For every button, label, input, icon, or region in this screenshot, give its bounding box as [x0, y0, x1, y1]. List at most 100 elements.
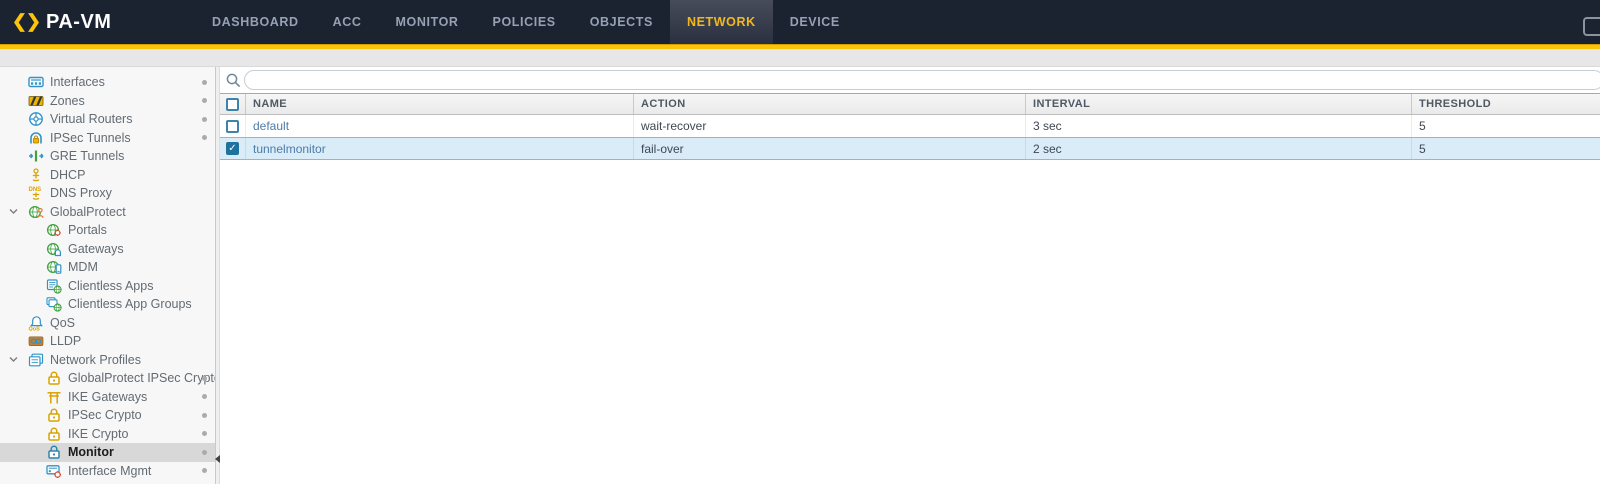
sidebar-item-gre-tunnels[interactable]: GRE Tunnels	[0, 147, 215, 166]
sidebar-item-globalprotect[interactable]: GlobalProtect	[0, 203, 215, 222]
lldp-icon	[28, 333, 44, 349]
nav-tab-policies[interactable]: POLICIES	[476, 0, 573, 44]
sidebar-item-label: Clientless Apps	[68, 279, 153, 293]
search-icon[interactable]	[225, 72, 242, 89]
sidebar-item-virtual-routers[interactable]: Virtual Routers	[0, 110, 215, 129]
gre-tunnels-icon	[28, 148, 44, 164]
qos-icon: QoS	[28, 315, 44, 331]
interface-mgmt-icon	[46, 463, 62, 479]
topbar-corner-button[interactable]	[1583, 17, 1600, 36]
virtual-routers-icon	[28, 111, 44, 127]
ipsec-tunnels-icon	[28, 130, 44, 146]
sidebar-gutter	[216, 67, 220, 484]
search-input[interactable]	[244, 70, 1600, 90]
brand-name: PA-VM	[46, 11, 111, 34]
chevron-down-icon[interactable]	[8, 206, 19, 217]
sidebar-item-interfaces[interactable]: Interfaces	[0, 73, 215, 92]
sidebar-item-lldp[interactable]: LLDP	[0, 332, 215, 351]
nav-tab-objects[interactable]: OBJECTS	[573, 0, 670, 44]
sidebar-item-portals[interactable]: Portals	[0, 221, 215, 240]
chevron-down-icon[interactable]	[8, 354, 19, 365]
profile-name-link[interactable]: tunnelmonitor	[253, 142, 326, 156]
column-header-action[interactable]: ACTION	[634, 94, 1026, 114]
item-dot	[202, 431, 207, 436]
table-row-tunnelmonitor[interactable]: ✓tunnelmonitorfail-over2 sec5	[220, 137, 1600, 160]
sidebar-item-zones[interactable]: Zones	[0, 92, 215, 111]
profile-name-link[interactable]: default	[253, 119, 289, 133]
sidebar-item-interface-mgmt[interactable]: Interface Mgmt	[0, 462, 215, 481]
interval-cell: 3 sec	[1026, 115, 1412, 137]
sidebar-item-label: Virtual Routers	[50, 112, 132, 126]
sidebar-item-ike-crypto[interactable]: IKE Crypto	[0, 425, 215, 444]
sidebar-item-label: GlobalProtect IPSec Crypto	[68, 371, 216, 385]
network-profiles-icon	[28, 352, 44, 368]
sidebar-item-mdm[interactable]: MDM	[0, 258, 215, 277]
sidebar-item-globalprotect-ipsec-crypto[interactable]: GlobalProtect IPSec Crypto	[0, 369, 215, 388]
portals-icon	[46, 222, 62, 238]
sidebar-item-dns-proxy[interactable]: DNSDNS Proxy	[0, 184, 215, 203]
sidebar-item-monitor[interactable]: Monitor	[0, 443, 215, 462]
sidebar-item-network-profiles[interactable]: Network Profiles	[0, 351, 215, 370]
item-dot	[202, 376, 207, 381]
nav-tab-monitor[interactable]: MONITOR	[379, 0, 476, 44]
monitor-profiles-table: NAME ACTION INTERVAL THRESHOLD default wa…	[220, 93, 1600, 160]
sidebar-item-qos[interactable]: QoS QoS	[0, 314, 215, 333]
sidebar-item-ike-gateways[interactable]: IKE Gateways	[0, 388, 215, 407]
sidebar-item-label: MDM	[68, 260, 98, 274]
column-header-name[interactable]: NAME	[246, 94, 634, 114]
lock-yellow-icon	[46, 370, 62, 386]
palo-alto-logo-icon	[13, 9, 40, 36]
top-nav-bar: PA-VM DASHBOARDACCMONITORPOLICIESOBJECTS…	[0, 0, 1600, 44]
item-dot	[202, 394, 207, 399]
column-header-threshold[interactable]: THRESHOLD	[1412, 94, 1600, 114]
sub-header-strip	[0, 49, 1600, 67]
select-all-cell	[220, 94, 246, 114]
sidebar-item-label: Zones	[50, 94, 85, 108]
dhcp-icon	[28, 167, 44, 183]
sidebar-item-label: QoS	[50, 316, 75, 330]
sidebar-item-clientless-app-groups[interactable]: Clientless App Groups	[0, 295, 215, 314]
name-cell: tunnelmonitor	[246, 138, 634, 159]
row-checkbox-cell: ✓	[220, 138, 246, 159]
item-dot	[202, 135, 207, 140]
sidebar-item-label: GlobalProtect	[50, 205, 126, 219]
item-dot	[202, 468, 207, 473]
sidebar-item-gateways[interactable]: Gateways	[0, 240, 215, 259]
lock-blue-icon	[46, 444, 62, 460]
zones-icon	[28, 93, 44, 109]
sidebar-item-label: IKE Gateways	[68, 390, 147, 404]
network-sidebar: Interfaces Zones Virtual Routers IPSec Tunn…	[0, 67, 216, 484]
row-checkbox-cell	[220, 115, 246, 137]
table-header-row: NAME ACTION INTERVAL THRESHOLD	[220, 93, 1600, 115]
sidebar-item-ipsec-crypto[interactable]: IPSec Crypto	[0, 406, 215, 425]
nav-tab-network[interactable]: NETWORK	[670, 0, 773, 44]
sidebar-item-clientless-apps[interactable]: Clientless Apps	[0, 277, 215, 296]
main-content: NAME ACTION INTERVAL THRESHOLD default wa…	[220, 67, 1600, 484]
item-dot	[202, 80, 207, 85]
item-dot	[202, 450, 207, 455]
sidebar-item-label: IKE Crypto	[68, 427, 128, 441]
sidebar-item-label: Interface Mgmt	[68, 464, 151, 478]
nav-tab-device[interactable]: DEVICE	[773, 0, 857, 44]
sidebar-item-label: DHCP	[50, 168, 85, 182]
interval-cell: 2 sec	[1026, 138, 1412, 159]
nav-tab-acc[interactable]: ACC	[316, 0, 379, 44]
select-all-checkbox[interactable]	[226, 98, 239, 111]
dns-proxy-icon: DNS	[28, 185, 44, 201]
threshold-cell: 5	[1412, 138, 1600, 159]
sidebar-item-dhcp[interactable]: DHCP	[0, 166, 215, 185]
row-checkbox[interactable]	[226, 120, 239, 133]
row-checkbox[interactable]: ✓	[226, 142, 239, 155]
item-dot	[202, 117, 207, 122]
item-dot	[202, 413, 207, 418]
nav-tab-dashboard[interactable]: DASHBOARD	[195, 0, 316, 44]
sidebar-item-label: IPSec Tunnels	[50, 131, 131, 145]
sidebar-collapse-icon[interactable]	[215, 455, 220, 463]
clientless-apps-icon	[46, 278, 62, 294]
table-row-default[interactable]: defaultwait-recover3 sec5	[220, 115, 1600, 138]
action-cell: wait-recover	[634, 115, 1026, 137]
interfaces-icon	[28, 74, 44, 90]
sidebar-item-ipsec-tunnels[interactable]: IPSec Tunnels	[0, 129, 215, 148]
column-header-interval[interactable]: INTERVAL	[1026, 94, 1412, 114]
sidebar-item-label: Clientless App Groups	[68, 297, 192, 311]
